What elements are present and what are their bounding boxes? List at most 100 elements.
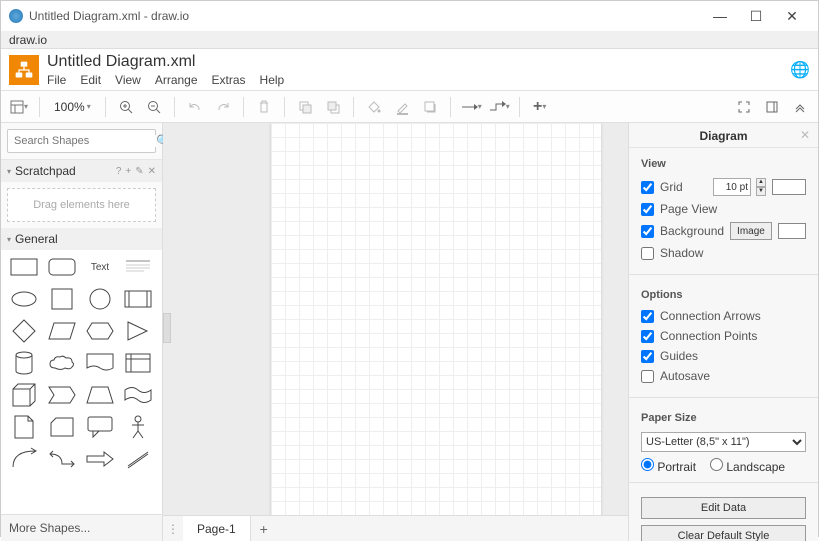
landscape-radio[interactable]: Landscape: [710, 458, 785, 474]
background-checkbox[interactable]: [641, 225, 654, 238]
waypoint-button[interactable]: ▾: [487, 95, 511, 119]
shape-cloud[interactable]: [47, 352, 77, 374]
guides-checkbox[interactable]: [641, 350, 654, 363]
view-dropdown[interactable]: ▾: [7, 95, 31, 119]
menu-edit[interactable]: Edit: [80, 73, 101, 87]
line-color-button[interactable]: [390, 95, 414, 119]
shape-roundrect[interactable]: [47, 256, 77, 278]
shape-parallelogram[interactable]: [47, 320, 77, 342]
shape-cylinder[interactable]: [9, 352, 39, 374]
canvas[interactable]: [163, 123, 628, 515]
paper-size-select[interactable]: US-Letter (8,5" x 11"): [641, 432, 806, 452]
document-title: Untitled Diagram.xml: [47, 53, 790, 71]
shape-cube[interactable]: [9, 384, 39, 406]
zoom-out-button[interactable]: [142, 95, 166, 119]
logo: [9, 55, 39, 85]
grid-size-input[interactable]: [713, 178, 751, 196]
grid-color-swatch[interactable]: [772, 179, 806, 195]
to-back-button[interactable]: [321, 95, 345, 119]
shape-text[interactable]: Text: [85, 256, 115, 278]
shadow-button[interactable]: [418, 95, 442, 119]
format-close-icon[interactable]: ✕: [800, 128, 810, 142]
shape-card[interactable]: [47, 416, 77, 438]
add-page-button[interactable]: +: [251, 521, 277, 537]
titlebar: Untitled Diagram.xml - draw.io — ☐ ✕: [1, 1, 818, 31]
bg-color-swatch[interactable]: [778, 223, 806, 239]
conn-arrows-checkbox[interactable]: [641, 310, 654, 323]
shadow-checkbox[interactable]: [641, 247, 654, 260]
scratchpad-drop[interactable]: Drag elements here: [7, 188, 156, 222]
shape-square[interactable]: [47, 288, 77, 310]
scratchpad-help-icon[interactable]: ?: [116, 166, 122, 177]
pageview-checkbox[interactable]: [641, 203, 654, 216]
delete-button[interactable]: [252, 95, 276, 119]
portrait-radio[interactable]: Portrait: [641, 458, 696, 474]
grid-up[interactable]: ▲: [756, 178, 766, 187]
sidebar-splitter[interactable]: [163, 313, 171, 343]
scratchpad-add-icon[interactable]: +: [125, 166, 131, 177]
menu-file[interactable]: File: [47, 73, 66, 87]
language-icon[interactable]: 🌐: [790, 60, 810, 80]
shape-note[interactable]: [9, 416, 39, 438]
edit-data-button[interactable]: Edit Data: [641, 497, 806, 519]
shape-link[interactable]: [123, 448, 153, 470]
format-panel-header: Diagram ✕: [629, 123, 818, 148]
autosave-checkbox[interactable]: [641, 370, 654, 383]
shape-textbox[interactable]: [123, 256, 153, 278]
shape-curve[interactable]: [9, 448, 39, 470]
menu-arrange[interactable]: Arrange: [155, 73, 198, 87]
grid-down[interactable]: ▼: [756, 187, 766, 196]
shape-arrow[interactable]: [85, 448, 115, 470]
shape-diamond[interactable]: [9, 320, 39, 342]
left-sidebar: 🔍 ▾ Scratchpad ? + ✎ ✕ Drag elements her…: [1, 123, 163, 541]
conn-points-checkbox[interactable]: [641, 330, 654, 343]
shape-step[interactable]: [47, 384, 77, 406]
window-title: Untitled Diagram.xml - draw.io: [29, 9, 702, 23]
shape-process[interactable]: [123, 288, 153, 310]
fill-color-button[interactable]: [362, 95, 386, 119]
general-header[interactable]: ▾ General: [1, 228, 162, 250]
shape-circle[interactable]: [85, 288, 115, 310]
close-button[interactable]: ✕: [774, 8, 810, 25]
shape-actor[interactable]: [123, 416, 153, 438]
grid-checkbox[interactable]: [641, 181, 654, 194]
collapse-button[interactable]: [788, 95, 812, 119]
scratchpad-header[interactable]: ▾ Scratchpad ? + ✎ ✕: [1, 160, 162, 182]
insert-button[interactable]: +▾: [528, 95, 552, 119]
shape-ellipse[interactable]: [9, 288, 39, 310]
shape-document[interactable]: [85, 352, 115, 374]
format-panel-button[interactable]: [760, 95, 784, 119]
app-label: draw.io: [9, 33, 47, 47]
shape-trapezoid[interactable]: [85, 384, 115, 406]
main-area: 🔍 ▾ Scratchpad ? + ✎ ✕ Drag elements her…: [1, 123, 818, 541]
menu-view[interactable]: View: [115, 73, 141, 87]
menu-help[interactable]: Help: [260, 73, 285, 87]
bg-image-button[interactable]: Image: [730, 222, 772, 240]
shape-rect[interactable]: [9, 256, 39, 278]
tab-page-1[interactable]: Page-1: [183, 516, 251, 541]
shadow-label: Shadow: [660, 246, 806, 260]
pages-menu-icon[interactable]: ⋮: [163, 522, 183, 536]
fullscreen-button[interactable]: [732, 95, 756, 119]
minimize-button[interactable]: —: [702, 8, 738, 24]
redo-button[interactable]: [211, 95, 235, 119]
scratchpad-close-icon[interactable]: ✕: [148, 166, 156, 177]
shape-tape[interactable]: [123, 384, 153, 406]
search-shapes[interactable]: 🔍: [7, 129, 156, 153]
scratchpad-edit-icon[interactable]: ✎: [135, 166, 143, 177]
shape-triangle[interactable]: [123, 320, 153, 342]
shape-internal-storage[interactable]: [123, 352, 153, 374]
shape-bidir-arrow[interactable]: [47, 448, 77, 470]
zoom-level[interactable]: 100%▾: [48, 100, 97, 114]
clear-style-button[interactable]: Clear Default Style: [641, 525, 806, 541]
search-input[interactable]: [14, 135, 156, 147]
to-front-button[interactable]: [293, 95, 317, 119]
paper[interactable]: [271, 123, 601, 515]
menu-extras[interactable]: Extras: [212, 73, 246, 87]
maximize-button[interactable]: ☐: [738, 8, 774, 25]
undo-button[interactable]: [183, 95, 207, 119]
shape-hexagon[interactable]: [85, 320, 115, 342]
shape-callout[interactable]: [85, 416, 115, 438]
connection-button[interactable]: ▾: [459, 95, 483, 119]
zoom-in-button[interactable]: [114, 95, 138, 119]
